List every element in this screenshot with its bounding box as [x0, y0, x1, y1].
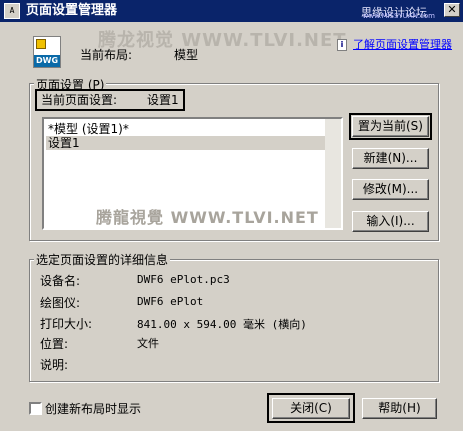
location-label: 位置: — [40, 337, 69, 351]
autocad-app-icon: A — [4, 3, 20, 19]
current-layout-value: 模型 — [174, 48, 199, 62]
dwg-icon-graphic — [36, 39, 46, 49]
modify-button[interactable]: 修改(M)... — [352, 179, 429, 200]
dwg-icon-tag: DWG — [34, 55, 60, 67]
help-button[interactable]: 帮助(H) — [362, 398, 437, 419]
plot-size-value: 841.00 x 594.00 毫米 (横向) — [137, 318, 307, 331]
title-bar: A 页面设置管理器 思缘设计论坛 www.MISSYUAN.com ✕ — [0, 0, 463, 22]
plotter-value: DWF6 ePlot — [137, 295, 204, 308]
device-name-value: DWF6 ePlot.pc3 — [137, 273, 230, 286]
plotter-label: 绘图仪: — [40, 296, 81, 310]
details-legend: 选定页面设置的详细信息 — [34, 251, 171, 268]
list-item[interactable]: 设置1 — [46, 136, 328, 150]
current-page-setup: 当前页面设置: 设置1 — [35, 89, 185, 111]
current-page-setup-value: 设置1 — [147, 93, 179, 107]
learn-more-link[interactable]: 了解页面设置管理器 — [353, 38, 453, 52]
list-scrollbar-track[interactable] — [325, 119, 341, 228]
description-label: 说明: — [40, 358, 69, 372]
set-current-button[interactable]: 置为当前(S) — [352, 116, 429, 137]
show-on-new-layout-label[interactable]: 创建新布局时显示 — [45, 400, 141, 417]
info-icon: i — [337, 39, 347, 51]
list-item[interactable]: *模型 (设置1)* — [46, 122, 328, 136]
current-page-setup-label: 当前页面设置: — [41, 93, 118, 107]
show-on-new-layout-checkbox[interactable] — [29, 402, 42, 415]
device-name-label: 设备名: — [40, 274, 81, 288]
window-title: 页面设置管理器 — [26, 3, 118, 18]
watermark-url: www.MISSYUAN.com — [362, 12, 435, 20]
location-value: 文件 — [137, 337, 159, 350]
close-button[interactable]: 关闭(C) — [272, 398, 350, 419]
watermark-overlay: 腾龙视觉 WWW.TLVI.NET — [98, 30, 347, 51]
watermark-overlay-lower: 腾龍視覺 WWW.TLVI.NET — [96, 208, 319, 227]
window-close-button[interactable]: ✕ — [444, 3, 460, 17]
new-button[interactable]: 新建(N)... — [352, 148, 429, 169]
import-button[interactable]: 输入(I)... — [352, 211, 429, 232]
current-layout-label: 当前布局: — [80, 48, 133, 62]
dwg-file-icon: DWG — [33, 36, 61, 68]
plot-size-label: 打印大小: — [40, 317, 93, 331]
